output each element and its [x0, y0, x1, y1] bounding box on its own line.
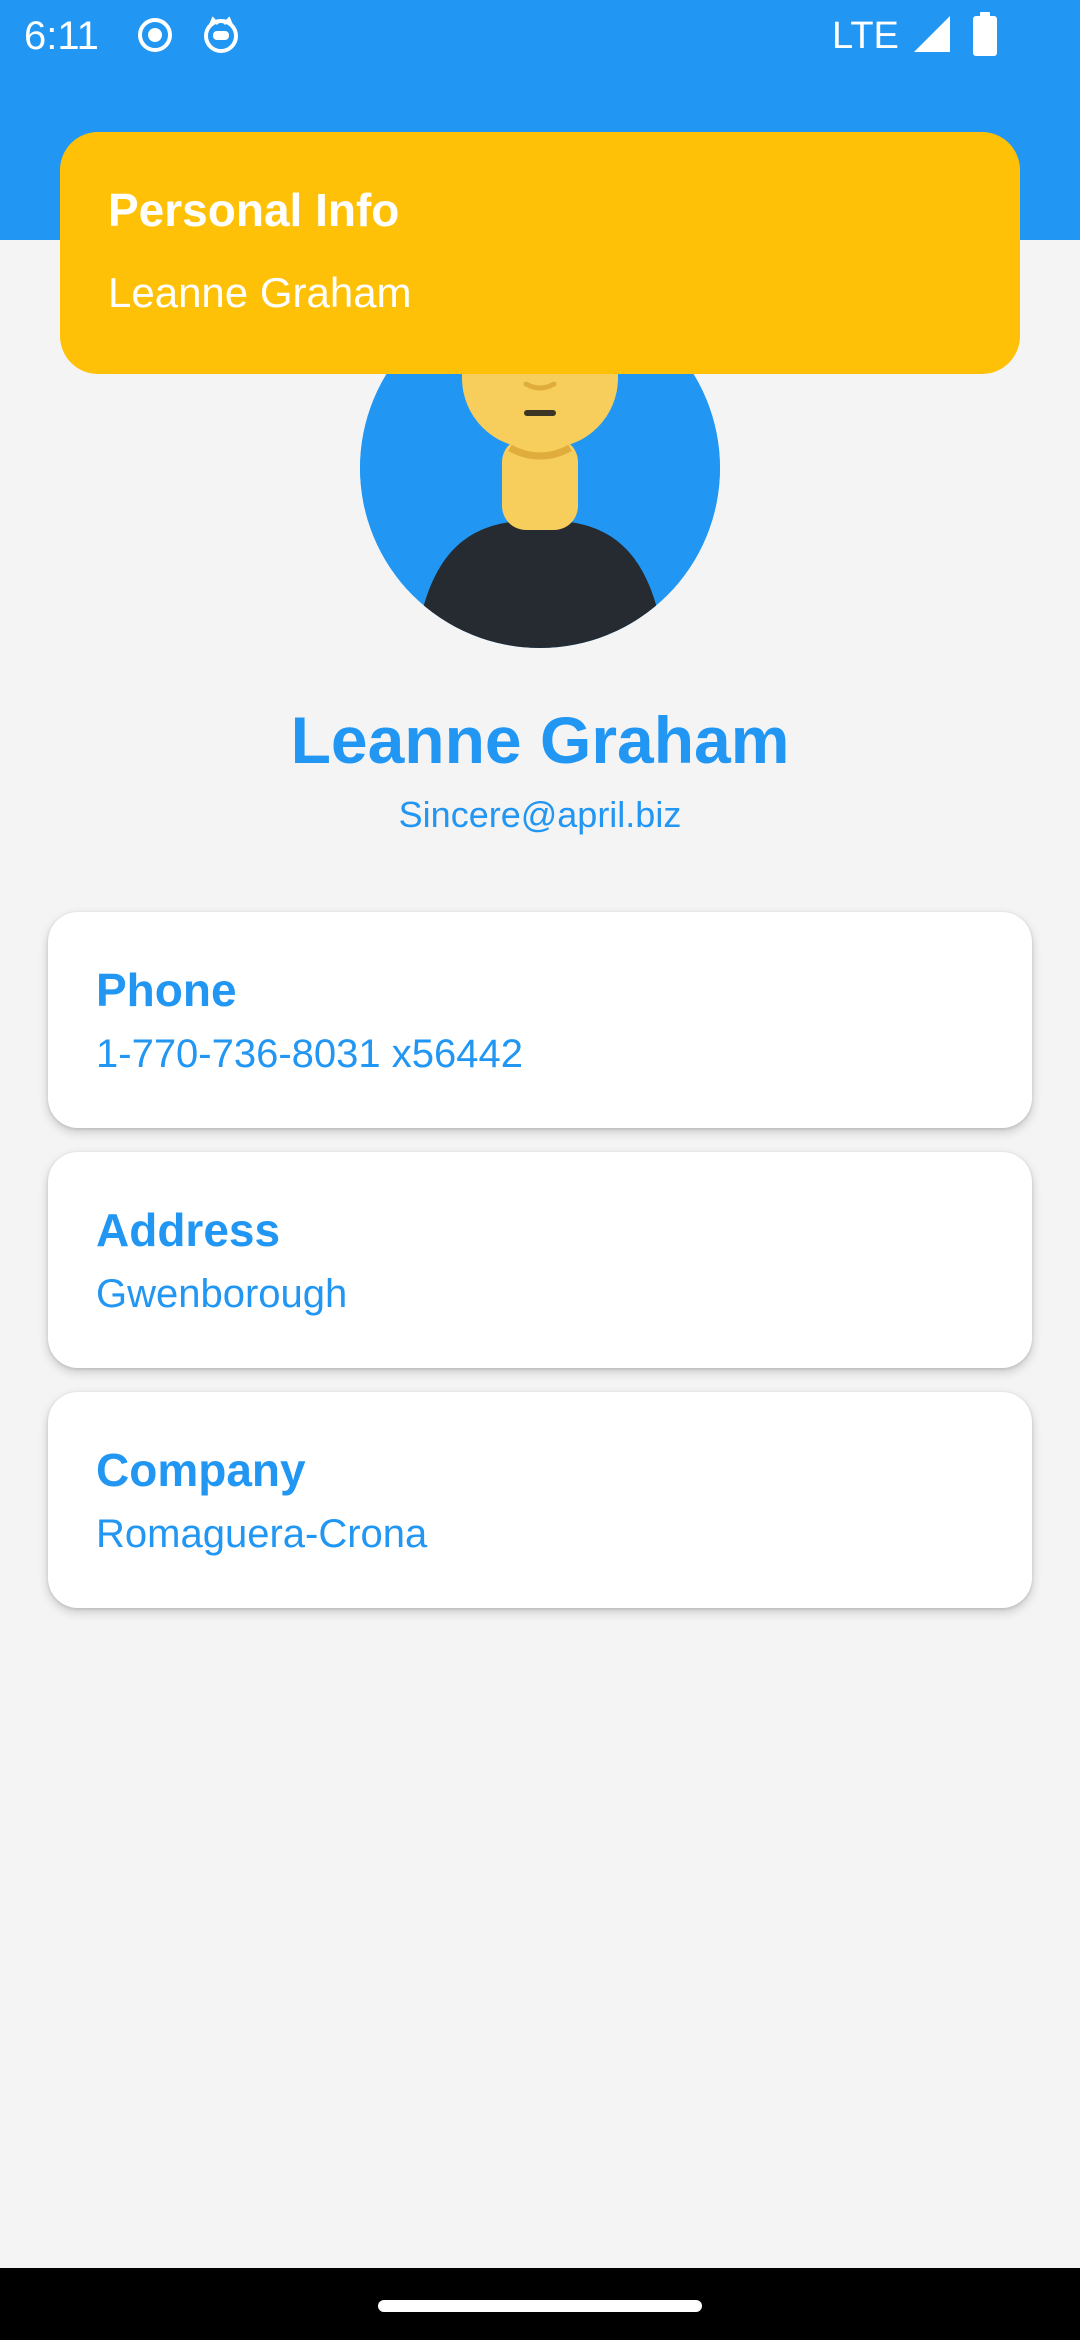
circle-record-icon: [136, 16, 174, 54]
status-bar: 6:11 LTE: [0, 0, 1080, 72]
personal-info-banner: Personal Info Leanne Graham: [60, 132, 1020, 374]
phone-card[interactable]: Phone 1-770-736-8031 x56442: [48, 912, 1032, 1128]
phone-value: 1-770-736-8031 x56442: [96, 1032, 524, 1076]
network-type: LTE: [832, 15, 899, 57]
banner-subtitle: Leanne Graham: [108, 269, 412, 316]
status-time: 6:11: [24, 14, 99, 58]
home-handle[interactable]: [378, 2300, 702, 2312]
profile-name: Leanne Graham: [290, 703, 790, 777]
company-card[interactable]: Company Romaguera-Crona: [48, 1392, 1032, 1608]
phone-label: Phone: [96, 964, 237, 1016]
address-value: Gwenborough: [96, 1272, 348, 1316]
signal-icon: [912, 14, 952, 54]
company-label: Company: [96, 1444, 306, 1496]
battery-icon: [972, 12, 998, 56]
address-label: Address: [96, 1204, 281, 1256]
banner-title: Personal Info: [108, 184, 400, 236]
company-value: Romaguera-Crona: [96, 1512, 428, 1556]
profile-email[interactable]: Sincere@april.biz: [0, 792, 1080, 838]
address-card[interactable]: Address Gwenborough: [48, 1152, 1032, 1368]
cat-face-icon: [202, 16, 240, 54]
